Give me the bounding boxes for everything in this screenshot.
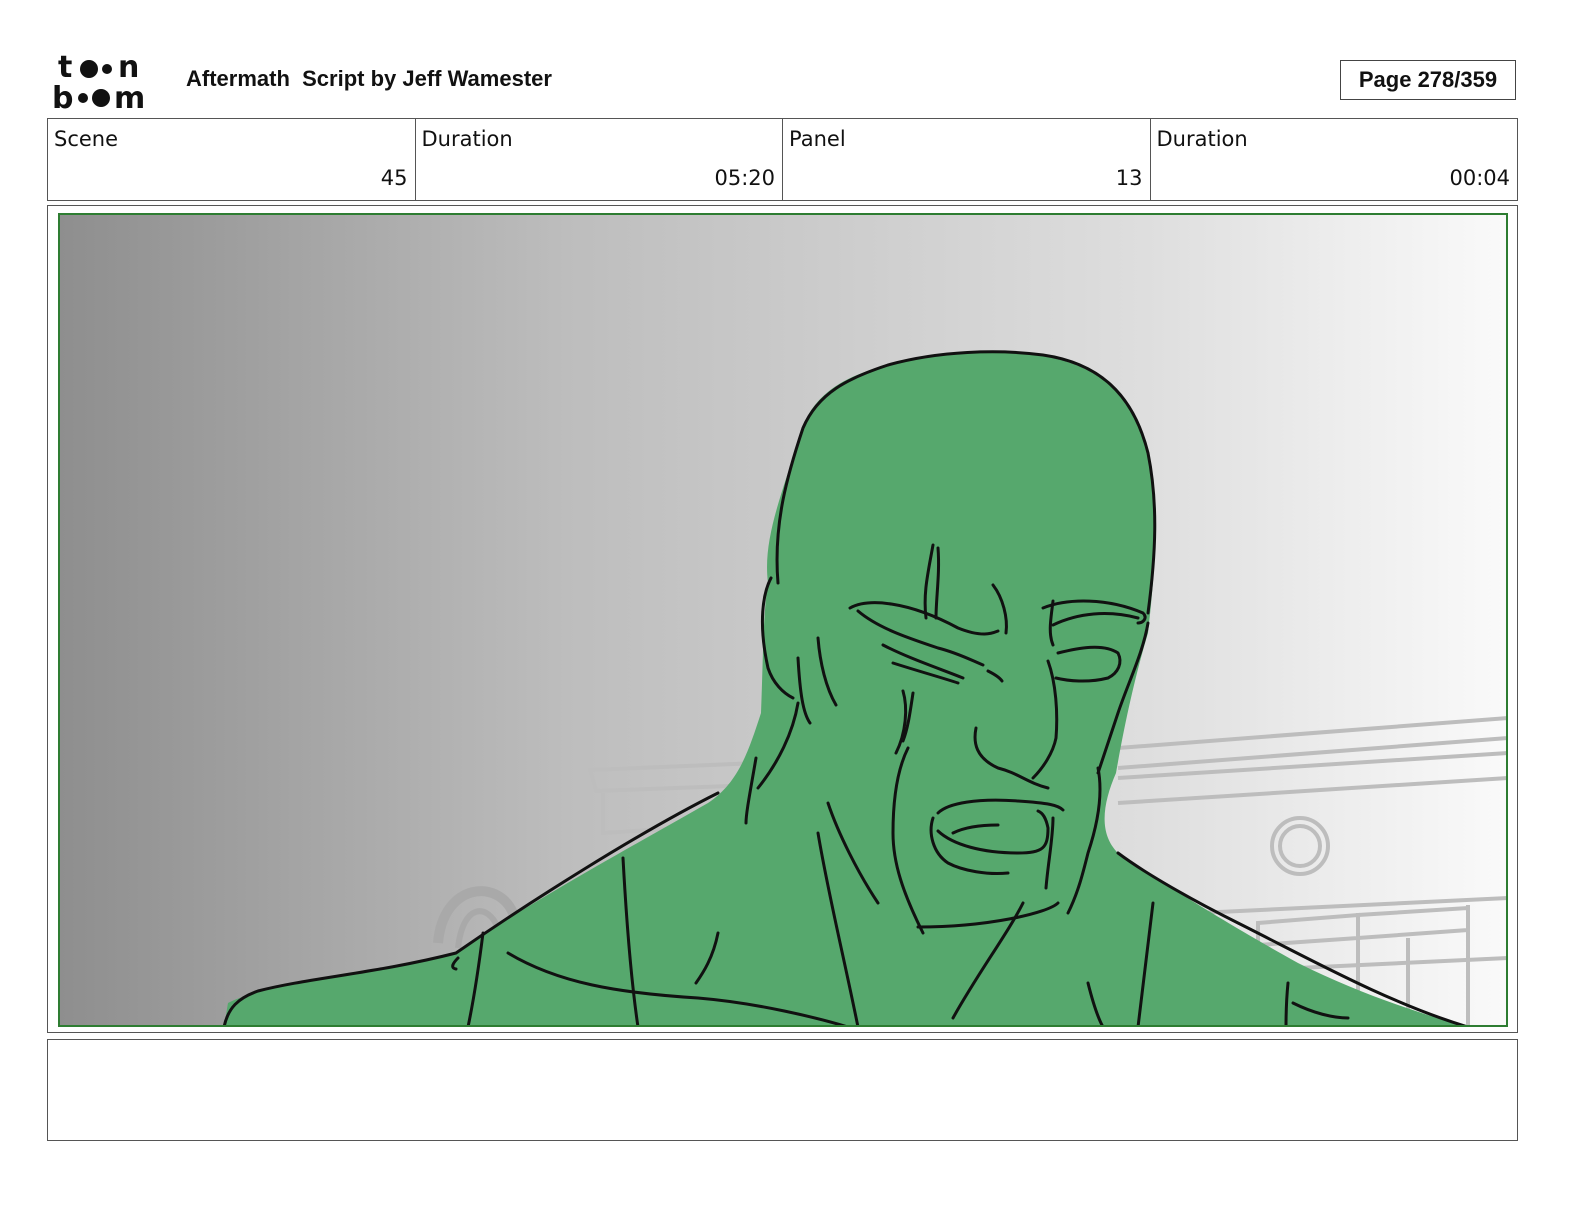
- scene-duration-label: Duration: [421, 127, 513, 151]
- panel-duration-cell: Duration 00:04: [1151, 119, 1518, 200]
- panel-value: 13: [1115, 166, 1143, 190]
- scene-duration-value: 05:20: [714, 166, 775, 190]
- svg-text:m: m: [114, 81, 145, 112]
- toon-boom-logo-icon: t n b m: [52, 50, 145, 116]
- panel-duration-value: 00:04: [1449, 166, 1510, 190]
- scene-duration-cell: Duration 05:20: [416, 119, 783, 200]
- svg-text:n: n: [118, 50, 139, 85]
- page-number: Page 278/359: [1340, 60, 1516, 100]
- panel-notes-box: [47, 1039, 1518, 1141]
- scene-label: Scene: [54, 127, 119, 151]
- storyboard-drawing: [58, 213, 1508, 1027]
- svg-text:t: t: [58, 50, 72, 85]
- panel-info-row: Scene 45 Duration 05:20 Panel 13 Duratio…: [47, 118, 1518, 201]
- script-title: Aftermath Script by Jeff Wamester: [186, 66, 552, 91]
- scene-cell: Scene 45: [48, 119, 416, 200]
- scene-value: 45: [380, 166, 408, 190]
- svg-text:b: b: [52, 81, 73, 112]
- toon-boom-logo: t n b m: [52, 50, 164, 116]
- storyboard-panel-image: [58, 213, 1508, 1027]
- panel-label: Panel: [789, 127, 846, 151]
- panel-duration-label: Duration: [1156, 127, 1248, 151]
- panel-cell: Panel 13: [783, 119, 1151, 200]
